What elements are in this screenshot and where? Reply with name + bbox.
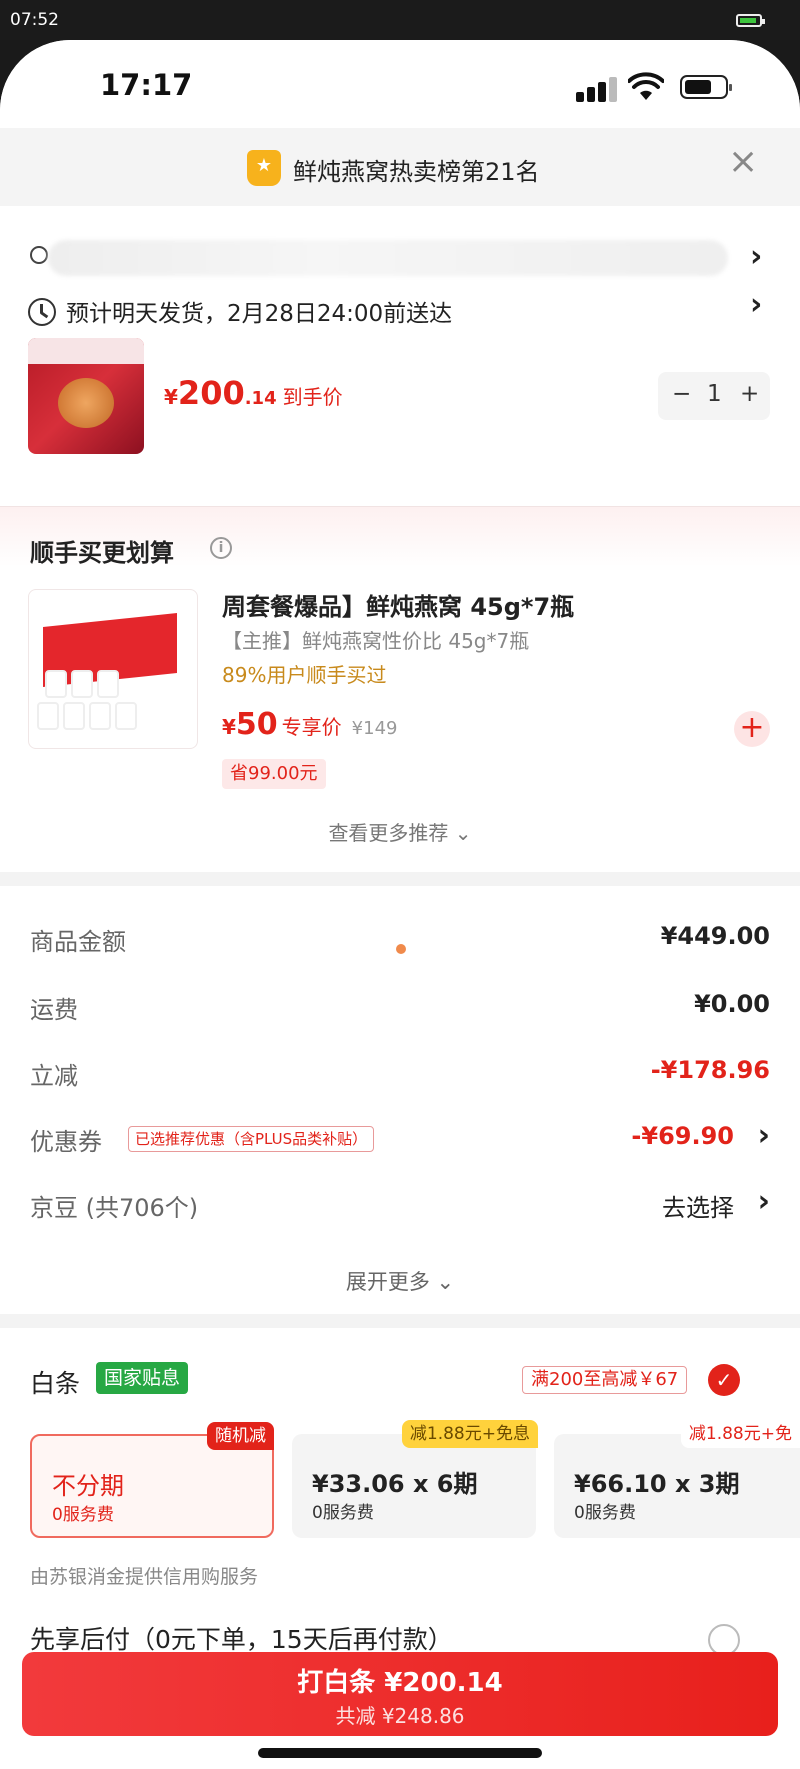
address-redacted[interactable] (48, 240, 728, 276)
promo-tag: 满200至高减￥67 (522, 1366, 688, 1394)
recommendation-section: 顺手买更划算 i 周套餐爆品】鲜炖燕窝 45g*7瓶 【主推】鲜炖燕窝性价比 4… (0, 506, 800, 872)
shipping-row: 运费 ¥0.00 (30, 990, 770, 1024)
add-to-order-button[interactable]: + (734, 711, 770, 747)
pay-button[interactable]: 打白条 ¥200.14 共减 ¥248.86 (22, 1652, 778, 1736)
crown-icon: ★ (247, 150, 281, 186)
ios-clock: 17:17 (100, 68, 193, 102)
discount-row: 立减 -¥178.96 (30, 1056, 770, 1090)
section-title: 顺手买更划算 (30, 539, 174, 567)
social-proof: 89%用户顺手买过 (222, 663, 387, 687)
coupon-chevron-right-icon[interactable]: › (758, 1118, 770, 1153)
cellular-signal-icon (576, 76, 618, 102)
ios-status-bar: 17:17 (0, 40, 800, 128)
battery-icon (680, 75, 732, 99)
indicator-dot (396, 944, 406, 954)
delivery-estimate[interactable]: 预计明天发货，2月28日24:00前送达 (66, 294, 452, 328)
final-price: ¥200.14 到手价 (164, 374, 343, 412)
savings-badge: 省99.00元 (222, 759, 326, 789)
quantity-value: 1 (707, 381, 722, 407)
plan-badge: 随机减 (207, 1422, 274, 1450)
provider-note: 由苏银消金提供信用购服务 (30, 1566, 259, 1588)
plan-badge: 减1.88元+免 (680, 1420, 800, 1448)
price-breakdown: 商品金额 ¥449.00 运费 ¥0.00 立减 -¥178.96 优惠券 已选… (0, 886, 800, 1314)
close-icon[interactable]: × (728, 144, 758, 180)
home-indicator[interactable] (258, 1748, 542, 1758)
beans-chevron-right-icon[interactable]: › (758, 1184, 770, 1219)
info-icon[interactable]: i (210, 537, 232, 559)
jd-beans-row[interactable]: 京豆 (共706个) 去选择 › (30, 1184, 770, 1228)
android-status-bar: 07:52 (0, 0, 800, 40)
plus-button[interactable]: + (740, 381, 759, 407)
phone-screen: 17:17 ★ 鲜炖燕窝热卖榜第21名 × › 预计明天发货，2月28日24:0… (0, 40, 800, 1769)
quantity-stepper[interactable]: − 1 + (658, 372, 770, 420)
pay-later-option[interactable]: 先享后付（0元下单，15天后再付款） (30, 1620, 453, 1656)
more-recommendations-link[interactable]: 查看更多推荐 ⌄ (0, 817, 800, 846)
expand-more-link[interactable]: 展开更多 ⌄ (0, 1266, 800, 1296)
subtotal-row: 商品金额 ¥449.00 (30, 922, 770, 956)
plan-no-installment[interactable]: 随机减 不分期 0服务费 (30, 1422, 274, 1538)
ranking-banner[interactable]: ★ 鲜炖燕窝热卖榜第21名 × (0, 128, 800, 206)
ranking-text: 鲜炖燕窝热卖榜第21名 (293, 158, 540, 186)
original-price: ¥149 (351, 718, 398, 739)
plan-6-installments[interactable]: 减1.88元+免息 ¥33.06 x 6期 0服务费 (292, 1420, 538, 1538)
delivery-chevron-right-icon[interactable]: › (750, 290, 762, 320)
recommended-price: ¥50 专享价 ¥149 (222, 707, 398, 742)
plan-badge: 减1.88元+免息 (401, 1420, 538, 1448)
coupon-tag: 已选推荐优惠（含PLUS品类补贴） (128, 1126, 375, 1152)
wifi-icon (628, 72, 664, 100)
plan-3-installments[interactable]: 减1.88元+免 ¥66.10 x 3期 0服务费 (554, 1420, 800, 1538)
clock-icon (28, 298, 56, 326)
baitiao-label: 白条 (30, 1369, 81, 1398)
location-icon (30, 246, 48, 264)
pay-button-savings: 共减 ¥248.86 (335, 1704, 465, 1728)
coupon-row[interactable]: 优惠券 已选推荐优惠（含PLUS品类补贴） -¥69.90 › (30, 1118, 770, 1162)
gov-subsidy-badge: 国家贴息 (96, 1362, 189, 1394)
product-thumbnail[interactable] (28, 338, 144, 454)
pay-button-label: 打白条 ¥200.14 (297, 1668, 503, 1698)
address-chevron-right-icon[interactable]: › (750, 242, 762, 272)
android-clock: 07:52 (10, 10, 59, 30)
recommended-product-image[interactable] (28, 589, 198, 749)
checkmark-icon[interactable]: ✓ (708, 1364, 740, 1396)
address-delivery-card: › 预计明天发货，2月28日24:00前送达 › ¥200.14 到手价 − 1 … (0, 206, 800, 506)
android-battery-icon (736, 14, 765, 27)
recommended-product-subtitle: 【主推】鲜炖燕窝性价比 45g*7瓶 (222, 629, 530, 653)
minus-button[interactable]: − (672, 381, 691, 407)
recommended-product-name[interactable]: 周套餐爆品】鲜炖燕窝 45g*7瓶 (222, 587, 574, 622)
